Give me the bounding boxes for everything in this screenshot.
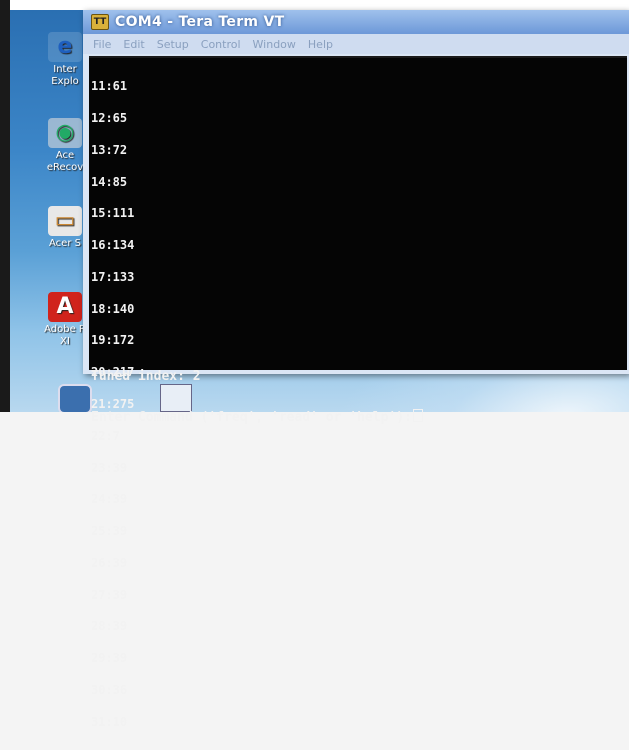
camera-icon[interactable]: [58, 384, 92, 412]
menu-setup[interactable]: Setup: [157, 38, 189, 51]
terminal-line: 27:39: [91, 587, 128, 602]
adobe-reader-icon: A: [48, 292, 82, 322]
menu-window[interactable]: Window: [253, 38, 296, 51]
terminal-line: 14:85: [91, 174, 128, 189]
monitor-bezel: [0, 0, 10, 412]
terminal-line: 11:61: [91, 79, 128, 94]
terminal-line: 17:133: [91, 269, 135, 284]
menu-edit[interactable]: Edit: [123, 38, 144, 51]
terminal-cursor: [412, 409, 423, 422]
terminal-status: Tuned index: 2 Enter Command ('freq', 'r…: [91, 344, 423, 450]
teraterm-icon[interactable]: TT: [91, 14, 109, 30]
teraterm-window: TT COM4 - Tera Term VT File Edit Setup C…: [83, 10, 629, 728]
terminal-line: 13:72: [91, 142, 128, 157]
terminal-line: 15:111: [91, 206, 135, 221]
terminal-screen[interactable]: 11:61 12:65 13:72 14:85 15:111 16:134 17…: [89, 56, 627, 728]
terminal-line: 23:39: [91, 460, 128, 475]
terminal-line: 28:39: [91, 619, 128, 634]
title-bar[interactable]: TT COM4 - Tera Term VT: [83, 10, 629, 34]
terminal-line: 30:36: [91, 683, 128, 698]
terminal-line: 25:39: [91, 524, 128, 539]
terminal-line: 31:10: [91, 714, 128, 729]
terminal-line: 12:65: [91, 110, 128, 125]
tuned-index-line: Tuned index: 2: [91, 369, 201, 384]
terminal-line: 16:134: [91, 238, 135, 253]
menu-file[interactable]: File: [93, 38, 111, 51]
command-prompt: Enter Command ('freq', 'read' or 'help')…: [91, 410, 412, 425]
menu-bar: File Edit Setup Control Window Help: [83, 34, 629, 54]
menu-control[interactable]: Control: [201, 38, 241, 51]
window-title: COM4 - Tera Term VT: [115, 14, 285, 30]
acer-icon: ▭: [48, 206, 82, 236]
internet-explorer-icon: e: [48, 32, 82, 62]
command-prompt-line[interactable]: Enter Command ('freq', 'read' or 'help')…: [91, 409, 423, 424]
menu-help[interactable]: Help: [308, 38, 333, 51]
acer-erecovery-icon: ◉: [48, 118, 82, 148]
terminal-line: 24:39: [91, 492, 128, 507]
terminal-line: 26:39: [91, 555, 128, 570]
terminal-line: 18:140: [91, 301, 135, 316]
terminal-line: 29:39: [91, 651, 128, 666]
